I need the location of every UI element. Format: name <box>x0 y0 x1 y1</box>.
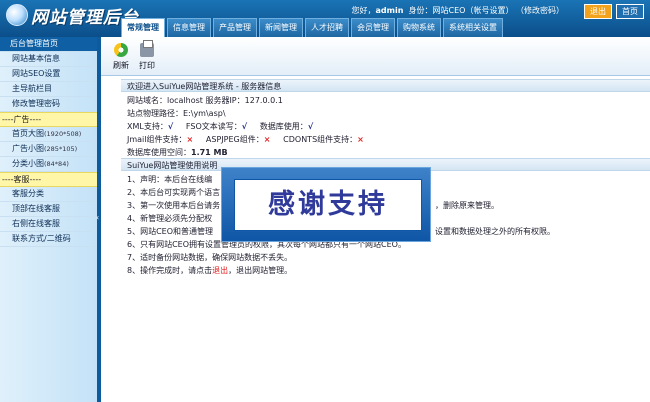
tab-news[interactable]: 新闻管理 <box>259 18 303 37</box>
sidebar-item-seo[interactable]: 网站SEO设置 <box>0 67 97 82</box>
size-hint: (84*84) <box>44 160 69 168</box>
xml-status: √ <box>167 122 174 131</box>
tab-recruitment[interactable]: 人才招聘 <box>305 18 349 37</box>
db-space-value: 1.71 MB <box>191 148 228 157</box>
support-line-1: XML支持：√ FSO文本读写：√ 数据库使用：√ <box>127 121 313 132</box>
sidebar-item-contact-qrcode[interactable]: 联系方式/二维码 <box>0 232 97 247</box>
tab-shopping[interactable]: 购物系统 <box>397 18 441 37</box>
user-info: 您好，admin 身份：网站CEO（帐号设置） （修改密码） <box>352 5 564 16</box>
thanks-banner-inner: 感谢支持 <box>234 179 422 231</box>
thanks-banner-text: 感谢支持 <box>268 189 388 220</box>
refresh-icon <box>114 43 128 57</box>
jmail-status: × <box>186 135 194 144</box>
print-button[interactable]: 打印 <box>129 40 165 71</box>
sidebar-item-service-category[interactable]: 客服分类 <box>0 187 97 202</box>
greeting: 您好， <box>351 6 376 15</box>
tab-general[interactable]: 常规管理 <box>121 18 165 38</box>
db-label: 数据库使用： <box>259 122 308 131</box>
xml-label: XML支持： <box>127 122 168 131</box>
guide-line-8: 8、操作完成时，请点击退出，退出网站管理。 <box>127 265 292 276</box>
db-space-line: 数据库使用空间：1.71 MB <box>127 147 228 158</box>
jmail-label: Jmail组件支持： <box>127 135 187 144</box>
guide-line-1: 1、声明：本后台在线编 <box>127 175 213 184</box>
header-bar: 网站管理后台 您好，admin 身份：网站CEO（帐号设置） （修改密码） 退出… <box>0 0 650 38</box>
sidebar-item-site-info[interactable]: 网站基本信息 <box>0 52 97 67</box>
aspjpeg-status: × <box>263 135 271 144</box>
user-name: admin <box>375 6 404 15</box>
cdonts-status: × <box>357 135 364 144</box>
thanks-banner: 感谢支持 <box>221 167 431 242</box>
logo: 网站管理后台 <box>6 4 139 28</box>
tab-system-settings[interactable]: 系统相关设置 <box>443 18 503 37</box>
sidebar-item-category-small[interactable]: 分类小图(84*84) <box>0 157 97 172</box>
logo-globe-icon <box>6 4 28 26</box>
guide-line-8-end: ，退出网站管理。 <box>228 266 293 275</box>
db-space-label: 数据库使用空间： <box>127 148 191 157</box>
size-hint: (1920*508) <box>44 130 82 138</box>
home-button[interactable]: 首页 <box>616 4 644 19</box>
sidebar-item-ad-small[interactable]: 广告小图(285*105) <box>0 142 97 157</box>
support-line-2: Jmail组件支持：× ASPJPEG组件：× CDONTS组件支持：× <box>127 134 364 145</box>
fso-status: √ <box>241 122 248 131</box>
sidebar-item-label: 首页大图 <box>12 129 44 138</box>
sidebar-group-ads: ----广告---- <box>0 112 97 127</box>
sidebar-item-label: 分类小图 <box>12 159 44 168</box>
printer-icon <box>140 40 154 57</box>
toolbar: 刷新 打印 <box>101 37 650 76</box>
role-account-settings-link[interactable]: 身份：网站CEO（帐号设置） <box>409 6 514 15</box>
aspjpeg-label: ASPJPEG组件： <box>205 135 264 144</box>
tab-products[interactable]: 产品管理 <box>213 18 257 37</box>
main-tabs: 常规管理 信息管理 产品管理 新闻管理 人才招聘 会员管理 购物系统 系统相关设… <box>121 18 505 38</box>
print-label: 打印 <box>139 61 155 70</box>
server-info-title: 欢迎进入SuiYue网站管理系统 - 服务器信息 <box>121 79 650 92</box>
sidebar-item-top-service[interactable]: 顶部在线客服 <box>0 202 97 217</box>
sidebar: 后台管理首页 网站基本信息 网站SEO设置 主导航栏目 修改管理密码 ----广… <box>0 37 97 402</box>
exit-button[interactable]: 退出 <box>584 4 612 19</box>
guide-line-4: 4、新管理必须先分配权 <box>127 214 213 223</box>
guide-line-3-start: 3、第一次使用本后台请务 <box>127 201 221 210</box>
fso-label: FSO文本读写： <box>185 122 242 131</box>
guide-line-3-end: ，删除原来管理。 <box>435 201 499 210</box>
cdonts-label: CDONTS组件支持： <box>283 135 358 144</box>
sidebar-item-right-service[interactable]: 右侧在线客服 <box>0 217 97 232</box>
domain-ip-line: 网站域名：localhost 服务器IP：127.0.0.1 <box>127 96 283 105</box>
sidebar-item-main-nav[interactable]: 主导航栏目 <box>0 82 97 97</box>
guide-line-7: 7、适时备份网站数据，确保网站数据不丢失。 <box>127 253 293 262</box>
exit-link[interactable]: 退出 <box>212 266 228 275</box>
sidebar-item-change-password[interactable]: 修改管理密码 <box>0 97 97 112</box>
size-hint: (285*105) <box>44 145 78 153</box>
tab-info[interactable]: 信息管理 <box>167 18 211 37</box>
tab-members[interactable]: 会员管理 <box>351 18 395 37</box>
sidebar-group-service: ----客服---- <box>0 172 97 187</box>
db-status: √ <box>307 122 314 131</box>
sidebar-item-label: 广告小图 <box>12 144 44 153</box>
guide-line-3: 3、第一次使用本后台请务 <box>127 200 220 211</box>
sidebar-item-home-banner[interactable]: 首页大图(1920*508) <box>0 127 97 142</box>
guide-line-5-start: 5、网站CEO和普通管理 <box>127 227 214 236</box>
guide-line-5-end: 设置和数据处理之外的所有权限。 <box>435 227 555 236</box>
guide-line-2: 2、本后台可实现两个语言 <box>127 188 221 197</box>
guide-line-8-start: 8、操作完成时，请点击 <box>127 266 213 275</box>
sidebar-item-admin-home[interactable]: 后台管理首页 <box>0 37 97 52</box>
change-password-link[interactable]: （修改密码） <box>516 6 564 15</box>
physical-path-line: 站点物理路径：E:\ym\asp\ <box>127 109 226 118</box>
